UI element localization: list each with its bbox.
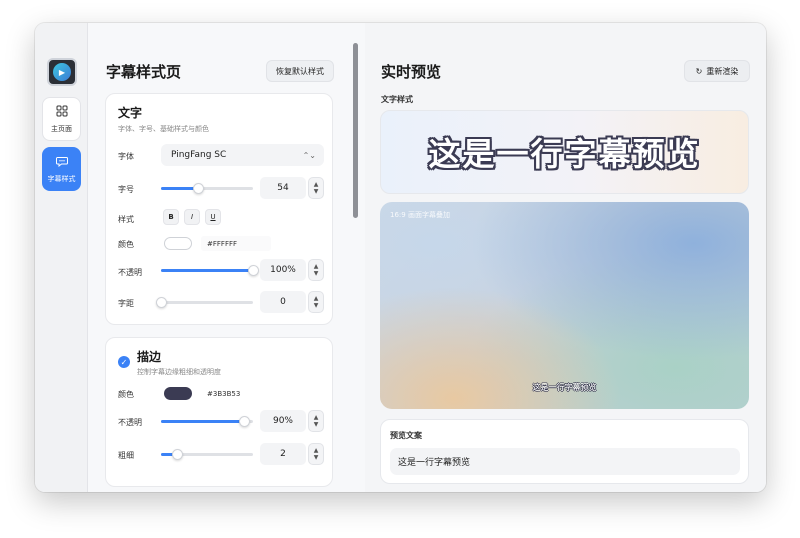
stroke-opacity-stepper[interactable]: ▲ ▼ <box>308 410 324 432</box>
preview-copy-card: 预览文案 这是一行字幕预览 <box>380 419 749 484</box>
video-preview-label: 16:9 画面字幕叠加 <box>390 211 450 219</box>
text-style-preview: 这是一行字幕预览 <box>380 110 749 194</box>
sidebar-item-label: 主页面 <box>51 124 72 133</box>
underline-button[interactable]: U <box>205 209 221 225</box>
grid-icon <box>56 105 68 119</box>
spacing-stepper[interactable]: ▲ ▼ <box>308 291 324 313</box>
stroke-opacity-slider[interactable] <box>161 416 253 427</box>
font-select[interactable]: PingFang SC ⌃⌄ <box>161 144 324 166</box>
sidebar-item-label: 字幕样式 <box>47 174 76 183</box>
rerender-label: 重新渲染 <box>706 66 739 76</box>
text-settings-card: 文字 字体、字号、基础样式与颜色 字体 PingFang SC ⌃⌄ 字号 54… <box>105 93 333 325</box>
opacity-input[interactable]: 100% <box>260 259 306 281</box>
italic-button[interactable]: I <box>184 209 200 225</box>
app-logo: ▶ <box>47 58 77 86</box>
text-color-hex[interactable]: #FFFFFF <box>201 236 271 251</box>
size-input[interactable]: 54 <box>260 177 306 199</box>
chevron-up-icon: ▲ <box>313 295 319 302</box>
refresh-icon: ↻ <box>695 66 703 76</box>
stroke-opacity-input[interactable]: 90% <box>260 410 306 432</box>
slider-fill <box>161 420 244 423</box>
preview-pane: 实时预览 ↻ 重新渲染 文字样式 这是一行字幕预览 16:9 画面字幕叠加 这是… <box>365 23 766 492</box>
chevron-up-icon: ▲ <box>313 414 319 421</box>
chevron-up-icon: ▲ <box>313 447 319 454</box>
size-stepper[interactable]: ▲ ▼ <box>308 177 324 199</box>
video-subtitle-overlay: 这是一行字幕预览 <box>532 383 597 392</box>
chevron-down-icon: ▼ <box>313 270 319 277</box>
settings-pane: 字幕样式页 恢复默认样式 文字 字体、字号、基础样式与颜色 字体 PingFan… <box>88 23 346 492</box>
size-slider[interactable] <box>161 183 253 194</box>
settings-scrollbar[interactable] <box>353 43 358 218</box>
font-select-value: PingFang SC <box>171 150 227 160</box>
spacing-input[interactable]: 0 <box>260 291 306 313</box>
font-label: 字体 <box>118 152 134 161</box>
card-title: 文字 <box>118 106 143 120</box>
card-title: 描边 <box>137 350 162 364</box>
card-subtitle: 字体、字号、基础样式与颜色 <box>118 125 209 133</box>
preview-copy-input[interactable]: 这是一行字幕预览 <box>390 448 740 475</box>
spacing-label: 字距 <box>118 299 134 308</box>
play-icon: ▶ <box>53 63 71 81</box>
stroke-color-swatch[interactable] <box>164 387 192 400</box>
opacity-slider[interactable] <box>161 265 259 276</box>
page-title: 字幕样式页 <box>106 63 182 81</box>
stroke-width-label: 粗细 <box>118 451 134 460</box>
slider-knob[interactable] <box>192 183 204 194</box>
sidebar-item-home[interactable]: 主页面 <box>42 97 81 141</box>
chevron-up-icon: ▲ <box>313 263 319 270</box>
bold-button[interactable]: B <box>163 209 179 225</box>
color-label: 颜色 <box>118 240 134 249</box>
chevron-updown-icon: ⌃⌄ <box>302 150 316 160</box>
reset-defaults-button[interactable]: 恢复默认样式 <box>266 60 334 82</box>
stroke-width-input[interactable]: 2 <box>260 443 306 465</box>
rerender-button[interactable]: ↻ 重新渲染 <box>684 60 750 82</box>
stroke-width-stepper[interactable]: ▲ ▼ <box>308 443 324 465</box>
style-label: 样式 <box>118 215 134 224</box>
stroke-enabled-checkbox[interactable]: ✓ <box>118 356 130 368</box>
slider-knob[interactable] <box>238 416 250 427</box>
text-color-swatch[interactable] <box>164 237 192 250</box>
slider-knob[interactable] <box>156 297 167 308</box>
card-subtitle: 控制字幕边缘粗细和透明度 <box>137 368 221 376</box>
opacity-stepper[interactable]: ▲ ▼ <box>308 259 324 281</box>
stroke-width-slider[interactable] <box>161 449 253 460</box>
chevron-down-icon: ▼ <box>313 454 319 461</box>
stroke-color-label: 颜色 <box>118 390 134 399</box>
preview-title: 实时预览 <box>381 63 442 81</box>
stroke-opacity-label: 不透明 <box>118 418 142 427</box>
slider-knob[interactable] <box>171 449 183 460</box>
stroke-color-hex[interactable]: #3B3B53 <box>201 386 271 401</box>
chevron-down-icon: ▼ <box>313 421 319 428</box>
sidebar-item-subtitle-style[interactable]: 字幕样式 <box>42 147 81 191</box>
chevron-up-icon: ▲ <box>313 181 319 188</box>
spacing-slider[interactable] <box>156 297 253 308</box>
text-style-label: 文字样式 <box>381 95 413 104</box>
sidebar: ▶ 主页面 字幕样式 <box>35 23 88 492</box>
opacity-label: 不透明 <box>118 268 142 277</box>
stroke-settings-card: ✓ 描边 控制字幕边缘粗细和透明度 颜色 #3B3B53 不透明 90% ▲ ▼ … <box>105 337 333 487</box>
chevron-down-icon: ▼ <box>313 302 319 309</box>
slider-knob[interactable] <box>248 265 259 276</box>
slider-fill <box>161 269 253 272</box>
app-window: ▶ 主页面 字幕样式 字幕样式页 恢复默认样式 文字 字体、字号、基础样式与颜色… <box>35 23 766 492</box>
size-label: 字号 <box>118 185 134 194</box>
subtitle-preview-text: 这是一行字幕预览 <box>428 135 701 173</box>
chevron-down-icon: ▼ <box>313 188 319 195</box>
preview-copy-label: 预览文案 <box>390 431 422 440</box>
chat-bubble-icon <box>55 155 68 169</box>
video-preview: 16:9 画面字幕叠加 这是一行字幕预览 <box>380 202 749 409</box>
